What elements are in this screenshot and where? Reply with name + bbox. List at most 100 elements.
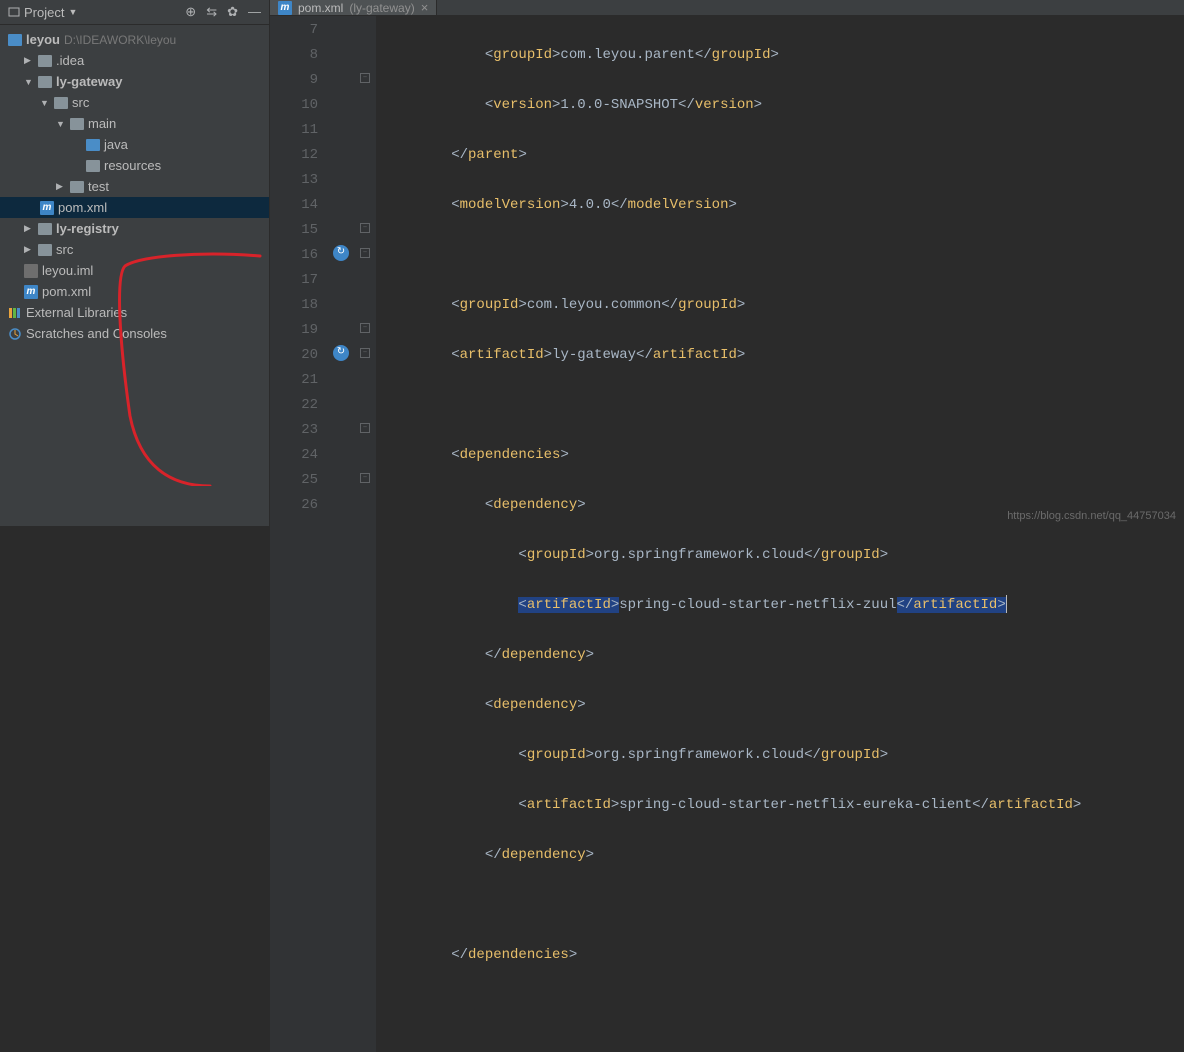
node-label: src (72, 95, 89, 110)
node-label: pom.xml (42, 284, 91, 299)
node-label: ly-gateway (56, 74, 122, 89)
tree-node-scratches[interactable]: Scratches and Consoles (0, 323, 269, 344)
node-label: test (88, 179, 109, 194)
maven-run-icon[interactable]: ↻ (333, 345, 349, 361)
node-label: java (104, 137, 128, 152)
fold-up-icon[interactable]: – (360, 323, 370, 333)
tree-node-resources[interactable]: resources (0, 155, 269, 176)
close-icon[interactable]: × (421, 0, 429, 15)
target-icon[interactable]: ⊕ (185, 4, 196, 20)
line-number: 24 (270, 443, 318, 468)
maven-run-icon[interactable]: ↻ (333, 245, 349, 261)
tree-node-test[interactable]: ▶ test (0, 176, 269, 197)
line-number: 26 (270, 493, 318, 518)
tree-node-pom-gateway[interactable]: m pom.xml (0, 197, 269, 218)
tree-node-pom-root[interactable]: m pom.xml (0, 281, 269, 302)
tree-node-ly-registry[interactable]: ▶ ly-registry (0, 218, 269, 239)
chevron-down-icon: ▼ (56, 119, 66, 129)
node-label: pom.xml (58, 200, 107, 215)
project-tree[interactable]: leyou D:\IDEAWORK\leyou ▶ .idea ▼ ly-gat… (0, 25, 269, 348)
chevron-right-icon: ▶ (24, 244, 34, 255)
text-caret (1006, 595, 1007, 613)
fold-up-icon[interactable]: – (360, 73, 370, 83)
folder-icon (86, 160, 100, 172)
tree-node-external-libs[interactable]: External Libraries (0, 302, 269, 323)
dropdown-icon: ▼ (68, 7, 77, 17)
fold-down-icon[interactable]: – (360, 248, 370, 258)
path-hint: D:\IDEAWORK\leyou (64, 33, 176, 47)
chevron-down-icon: ▼ (24, 77, 34, 87)
project-icon (8, 6, 20, 18)
line-number: 11 (270, 118, 318, 143)
fold-up-icon[interactable]: – (360, 473, 370, 483)
tree-node-src[interactable]: ▼ src (0, 92, 269, 113)
expand-icon[interactable]: ⇆ (206, 4, 217, 20)
code-editor[interactable]: 7891011121314151617181920212223242526 ↻ … (270, 16, 1184, 1052)
line-number: 18 (270, 293, 318, 318)
line-number: 12 (270, 143, 318, 168)
node-label: ly-registry (56, 221, 119, 236)
sidebar-header: Project ▼ ⊕ ⇆ ✿ — (0, 0, 269, 25)
chevron-right-icon: ▶ (24, 223, 34, 234)
folder-icon (38, 244, 52, 256)
line-number: 13 (270, 168, 318, 193)
node-label: leyou (26, 32, 60, 47)
line-number: 15 (270, 218, 318, 243)
node-label: Scratches and Consoles (26, 326, 167, 341)
code-content[interactable]: <groupId>com.leyou.parent</groupId> <ver… (376, 16, 1184, 1052)
line-number: 16 (270, 243, 318, 268)
scratches-icon (8, 327, 22, 341)
folder-icon (8, 34, 22, 46)
tab-pom-xml[interactable]: m pom.xml (ly-gateway) × (270, 0, 437, 15)
project-tool-button[interactable]: Project ▼ (8, 5, 77, 20)
line-number: 17 (270, 268, 318, 293)
maven-icon: m (278, 1, 292, 15)
line-number: 9 (270, 68, 318, 93)
line-number: 14 (270, 193, 318, 218)
line-number: 8 (270, 43, 318, 68)
line-number: 23 (270, 418, 318, 443)
line-number: 21 (270, 368, 318, 393)
icon-gutter: ↻ ↻ (330, 16, 356, 1052)
folder-icon (38, 223, 52, 235)
tree-root[interactable]: leyou D:\IDEAWORK\leyou (0, 29, 269, 50)
folder-icon (54, 97, 68, 109)
fold-gutter: – – – – – – – (356, 16, 376, 1052)
project-sidebar: Project ▼ ⊕ ⇆ ✿ — leyou D:\IDEAWORK\leyo… (0, 0, 270, 526)
tree-node-leyou-iml[interactable]: leyou.iml (0, 260, 269, 281)
line-number: 7 (270, 18, 318, 43)
tab-context: (ly-gateway) (349, 1, 414, 15)
folder-icon (86, 139, 100, 151)
gear-icon[interactable]: ✿ (227, 4, 238, 20)
chevron-right-icon: ▶ (24, 55, 34, 66)
fold-up-icon[interactable]: – (360, 423, 370, 433)
tree-node-main[interactable]: ▼ main (0, 113, 269, 134)
editor-area: m pom.xml (ly-gateway) × 789101112131415… (270, 0, 1184, 526)
tab-filename: pom.xml (298, 1, 343, 15)
line-number: 10 (270, 93, 318, 118)
fold-down-icon[interactable]: – (360, 223, 370, 233)
watermark: https://blog.csdn.net/qq_44757034 (1007, 510, 1176, 522)
line-number: 19 (270, 318, 318, 343)
node-label: External Libraries (26, 305, 127, 320)
tree-node-java[interactable]: java (0, 134, 269, 155)
minimize-icon[interactable]: — (248, 4, 261, 20)
node-label: src (56, 242, 73, 257)
chevron-down-icon: ▼ (40, 98, 50, 108)
tab-bar: m pom.xml (ly-gateway) × (270, 0, 1184, 16)
tree-node-idea[interactable]: ▶ .idea (0, 50, 269, 71)
folder-icon (70, 118, 84, 130)
chevron-right-icon: ▶ (56, 181, 66, 192)
tree-node-ly-gateway[interactable]: ▼ ly-gateway (0, 71, 269, 92)
folder-icon (38, 55, 52, 67)
node-label: main (88, 116, 116, 131)
fold-down-icon[interactable]: – (360, 348, 370, 358)
tree-node-src2[interactable]: ▶ src (0, 239, 269, 260)
line-number: 22 (270, 393, 318, 418)
maven-icon: m (24, 285, 38, 299)
folder-icon (38, 76, 52, 88)
line-number-gutter: 7891011121314151617181920212223242526 (270, 16, 330, 1052)
node-label: resources (104, 158, 161, 173)
line-number: 25 (270, 468, 318, 493)
library-icon (8, 306, 22, 320)
